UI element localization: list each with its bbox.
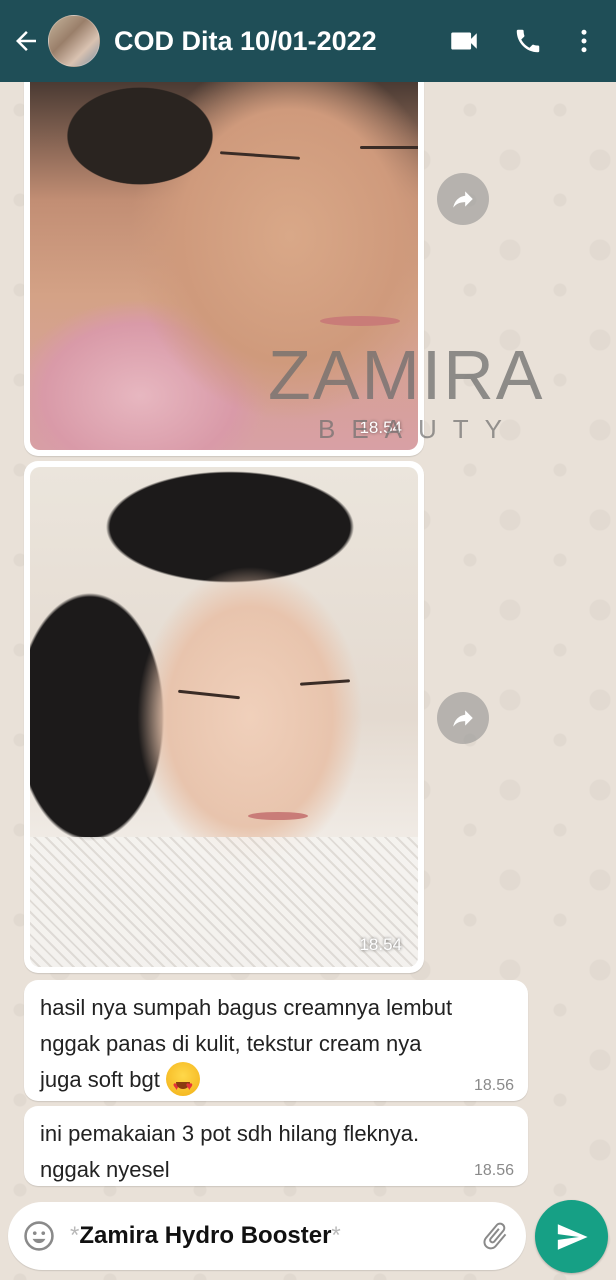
back-button[interactable] — [4, 0, 48, 82]
photo-after[interactable]: 18.54 — [30, 467, 418, 967]
photo-before[interactable]: 18.54 — [30, 66, 418, 450]
paperclip-icon — [483, 1222, 507, 1250]
video-camera-icon — [451, 32, 477, 50]
message-line: nggak panas di kulit, tekstur cream nya — [40, 1031, 422, 1056]
photo-detail — [320, 316, 400, 326]
message-line: ini pemakaian 3 pot sdh hilang fleknya. — [40, 1121, 420, 1146]
phone-icon — [516, 29, 540, 53]
photo-detail — [178, 689, 240, 700]
image-message[interactable]: 18.54 — [24, 60, 424, 456]
message-input[interactable]: *Zamira Hydro Booster* — [70, 1222, 464, 1250]
text-message[interactable]: ini pemakaian 3 pot sdh hilang fleknya. … — [24, 1106, 528, 1186]
message-line: juga soft bgt — [40, 1067, 160, 1092]
photo-detail — [299, 679, 351, 686]
video-call-button[interactable] — [432, 0, 496, 82]
voice-call-button[interactable] — [496, 0, 560, 82]
contact-avatar[interactable] — [48, 15, 100, 67]
forward-icon — [453, 191, 473, 208]
image-message[interactable]: 18.54 — [24, 461, 424, 973]
message-line-with-emoji: juga soft bgt — [40, 1062, 514, 1104]
format-marker: * — [331, 1222, 341, 1249]
forward-icon — [453, 710, 473, 727]
message-time: 18.56 — [473, 1162, 514, 1179]
attach-button[interactable] — [464, 1202, 526, 1270]
forward-button[interactable] — [437, 692, 489, 744]
arrow-left-icon — [16, 31, 36, 51]
smiley-icon — [24, 1221, 54, 1251]
more-vertical-icon — [581, 29, 587, 53]
chat-header: COD Dita 10/01-2022 — [0, 0, 616, 82]
menu-button[interactable] — [560, 0, 608, 82]
format-marker: * — [70, 1222, 80, 1249]
message-time: 18.56 — [473, 1077, 514, 1094]
emoji-button[interactable] — [8, 1202, 70, 1270]
heart-eyes-emoji-icon — [165, 1062, 200, 1104]
photo-detail — [219, 151, 301, 160]
chat-title[interactable]: COD Dita 10/01-2022 — [114, 26, 432, 57]
photo-detail — [248, 812, 308, 820]
message-time: 18.54 — [359, 935, 402, 954]
message-time: 18.54 — [359, 418, 402, 437]
message-line: hasil nya sumpah bagus creamnya lembut — [40, 995, 453, 1020]
message-line: nggak nyesel — [40, 1157, 170, 1182]
message-input-text: Zamira Hydro Booster — [79, 1222, 332, 1249]
send-button[interactable] — [535, 1200, 608, 1273]
message-composer: *Zamira Hydro Booster* — [8, 1202, 526, 1270]
photo-detail — [360, 146, 418, 149]
send-icon — [557, 1223, 588, 1250]
text-message[interactable]: hasil nya sumpah bagus creamnya lembut n… — [24, 980, 528, 1104]
forward-button[interactable] — [437, 173, 489, 225]
